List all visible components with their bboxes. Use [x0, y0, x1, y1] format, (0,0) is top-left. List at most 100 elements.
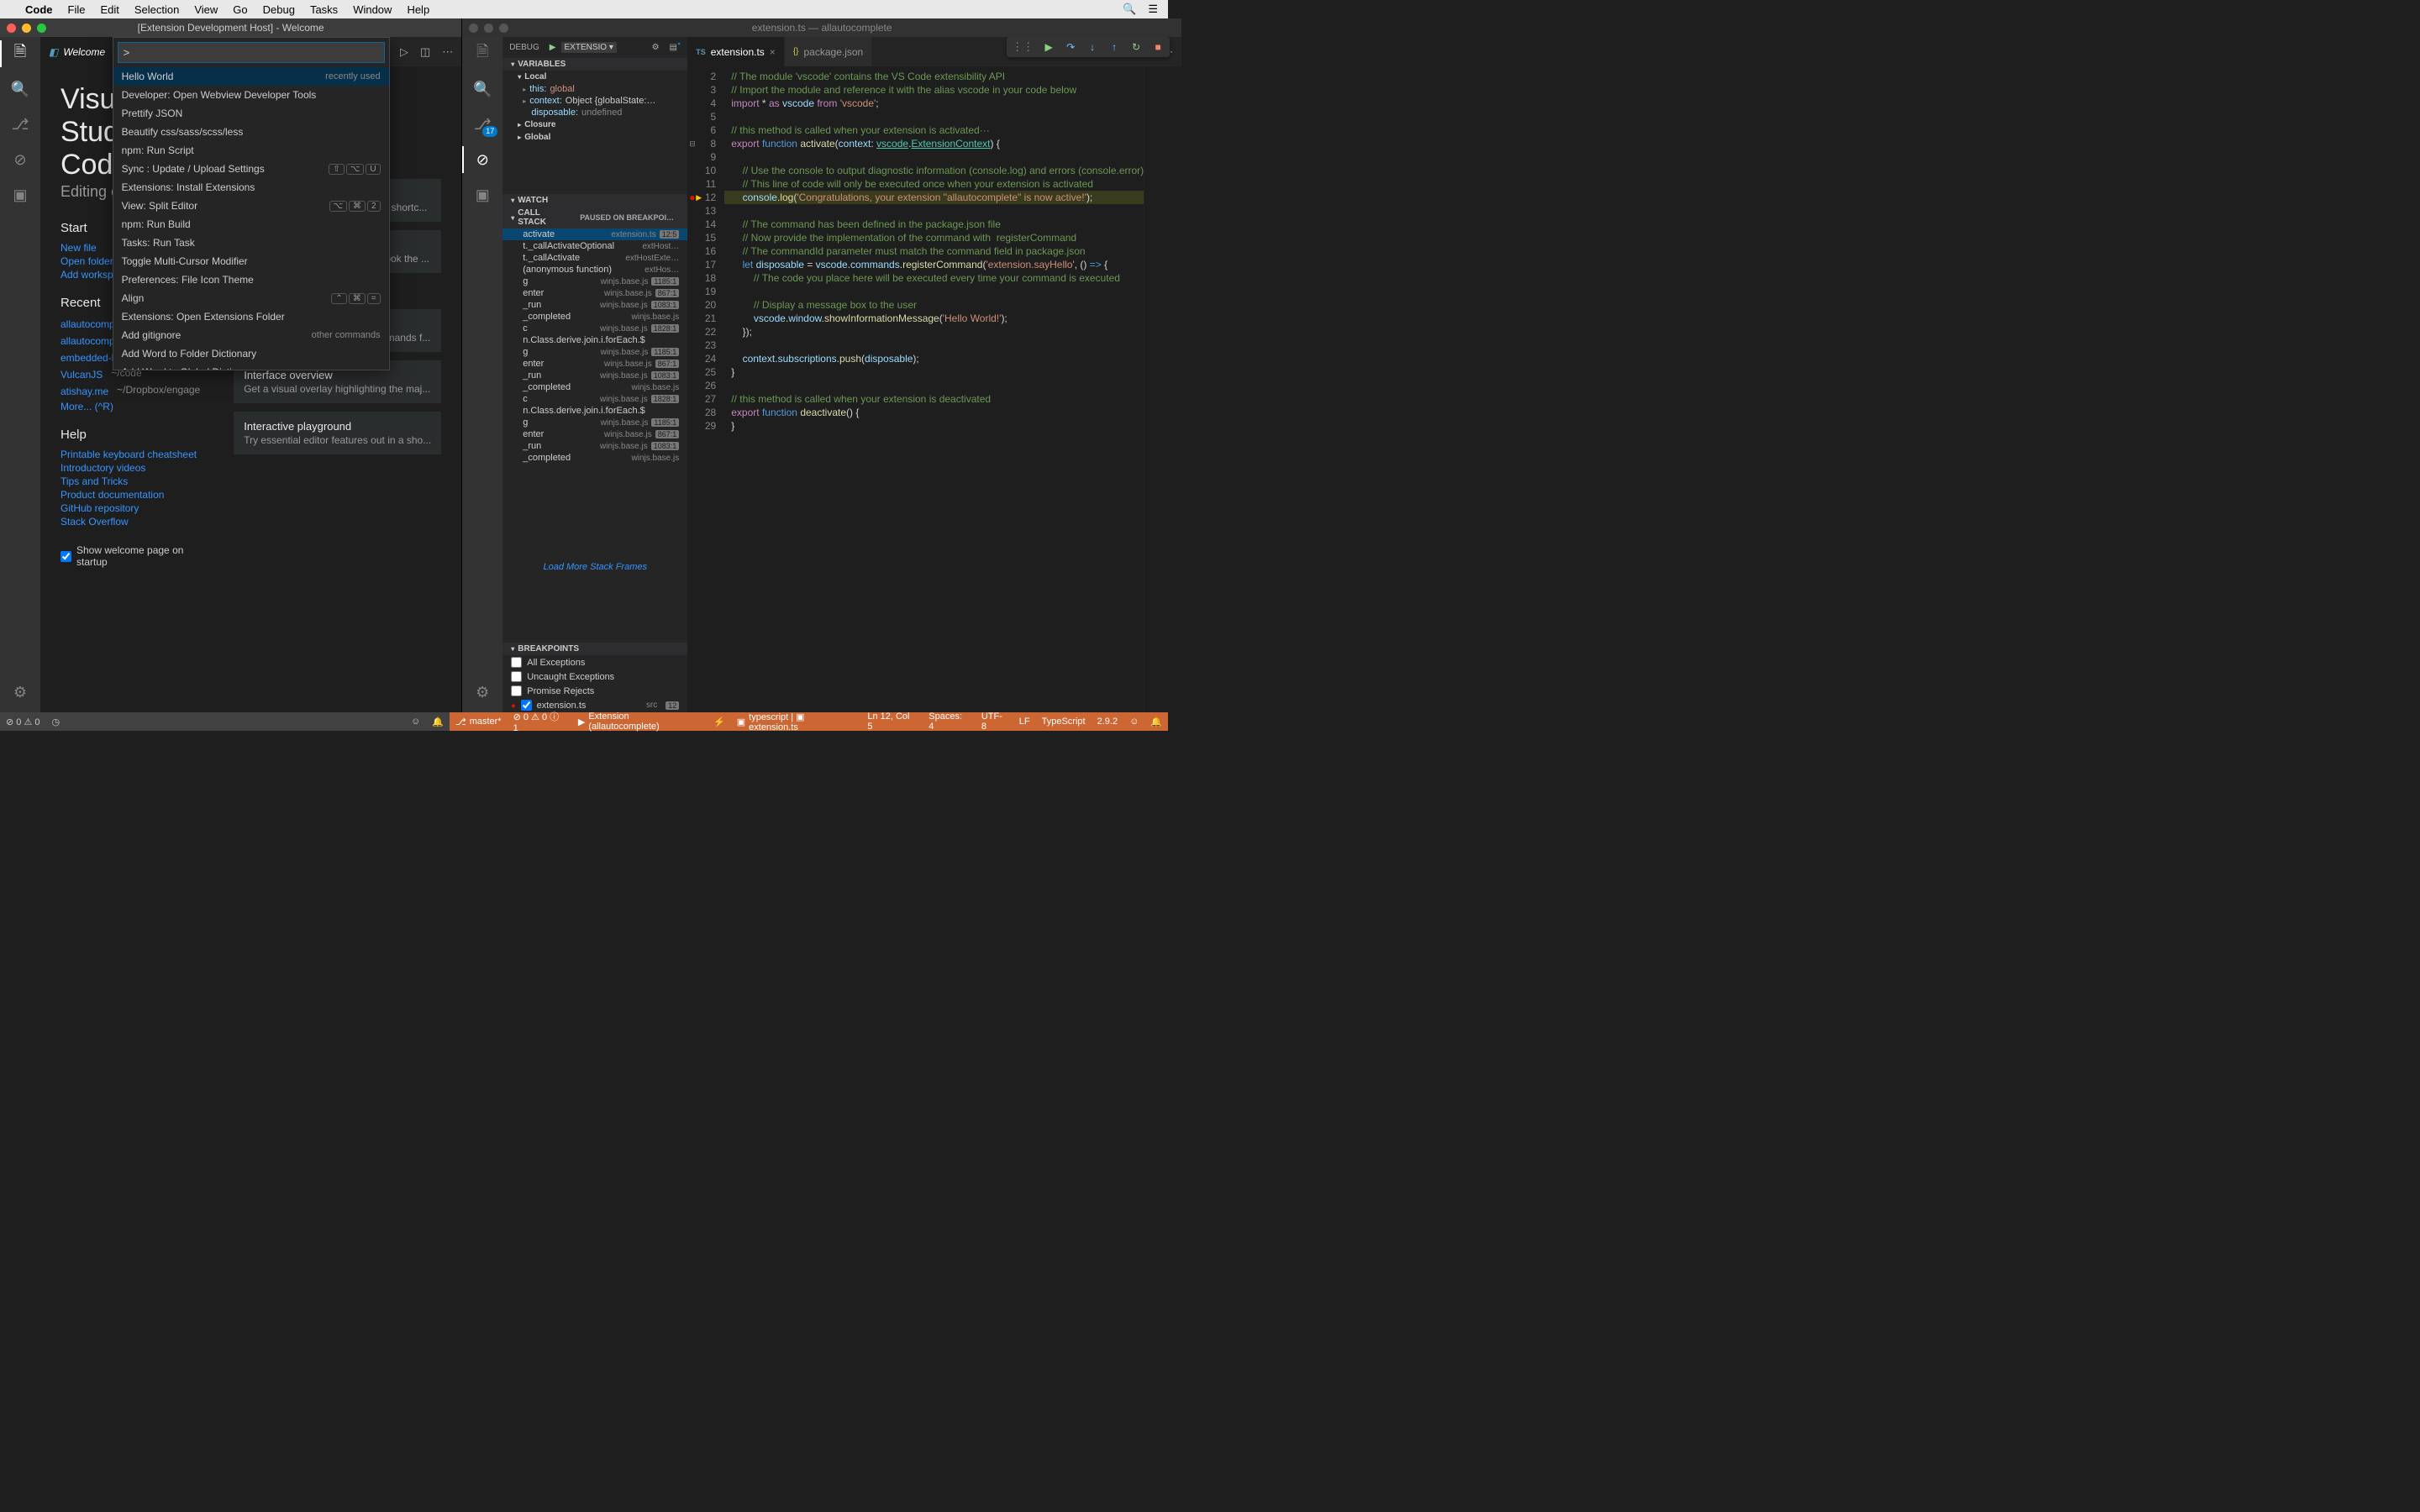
section-callstack[interactable]: ▾CALL STACKPAUSED ON BREAKPOI…: [502, 207, 687, 228]
gear-icon[interactable]: ⚙: [472, 682, 492, 702]
menu-edit[interactable]: Edit: [100, 3, 118, 16]
start-debug-icon[interactable]: ▶: [550, 43, 556, 52]
callstack-frame[interactable]: gwinjs.base.js1185:1: [502, 417, 687, 428]
callstack-frame[interactable]: t._callActivateOptionalextHost…: [502, 240, 687, 252]
callstack-frame[interactable]: activateextension.ts12:5: [502, 228, 687, 240]
callstack-frame[interactable]: n.Class.derive.join.i.forEach.$: [502, 334, 687, 346]
step-out-button[interactable]: ↑: [1107, 40, 1121, 54]
section-variables[interactable]: ▾VARIABLES: [502, 58, 687, 71]
stop-button[interactable]: ■: [1151, 40, 1165, 54]
palette-item[interactable]: npm: Run Script: [113, 141, 389, 160]
callstack-frame[interactable]: _runwinjs.base.js1083:1: [502, 299, 687, 311]
minimize-icon[interactable]: [22, 24, 31, 33]
breakpoint-checkbox[interactable]: [511, 671, 522, 682]
search-icon[interactable]: 🔍: [10, 79, 30, 99]
palette-item[interactable]: Add Word to Global Dictionary: [113, 363, 389, 370]
palette-item[interactable]: Align⌃⌘=: [113, 289, 389, 307]
link-tips[interactable]: Tips and Tricks: [60, 475, 200, 487]
palette-item[interactable]: Toggle Multi-Cursor Modifier: [113, 252, 389, 270]
palette-item[interactable]: Tasks: Run Task: [113, 234, 389, 252]
status-problems[interactable]: ⊘ 0 ⚠ 0 ⓘ 1: [508, 710, 572, 733]
status-clock[interactable]: ◷: [45, 717, 66, 727]
tab-welcome[interactable]: ◧ Welcome: [40, 37, 114, 66]
palette-item[interactable]: Developer: Open Webview Developer Tools: [113, 86, 389, 104]
palette-item[interactable]: Sync : Update / Upload Settings⇧⌥U: [113, 160, 389, 178]
scope-closure[interactable]: ▸Closure: [502, 118, 687, 131]
status-bell[interactable]: 🔔: [426, 717, 450, 727]
explorer-icon[interactable]: 🗎: [472, 44, 492, 64]
debug-icon[interactable]: ⊘: [472, 150, 492, 170]
maximize-icon[interactable]: [499, 24, 508, 33]
var-disposable[interactable]: disposable: undefined: [502, 107, 687, 118]
link-so[interactable]: Stack Overflow: [60, 516, 200, 528]
minimap[interactable]: [1144, 66, 1181, 712]
drag-handle-icon[interactable]: ⋮⋮: [1012, 40, 1034, 54]
scope-local[interactable]: ▾Local: [502, 71, 687, 83]
explorer-icon[interactable]: 🗎: [10, 44, 30, 64]
callstack-frame[interactable]: gwinjs.base.js1185:1: [502, 276, 687, 287]
callstack-frame[interactable]: (anonymous function)extHos…: [502, 264, 687, 276]
status-lang[interactable]: TypeScript: [1036, 717, 1092, 727]
callstack-frame[interactable]: _completedwinjs.base.js: [502, 452, 687, 464]
palette-item[interactable]: Prettify JSON: [113, 104, 389, 123]
callstack-frame[interactable]: gwinjs.base.js1185:1: [502, 346, 687, 358]
menu-help[interactable]: Help: [407, 3, 429, 16]
status-branch[interactable]: ⎇ master*: [450, 717, 508, 727]
status-task-bolt[interactable]: ⚡: [708, 717, 731, 727]
callstack-frame[interactable]: enterwinjs.base.js867:1: [502, 358, 687, 370]
debug-toolbar[interactable]: ⋮⋮ ▶ ↷ ↓ ↑ ↻ ■: [1007, 37, 1170, 57]
search-icon[interactable]: 🔍: [472, 79, 492, 99]
step-into-button[interactable]: ↓: [1086, 40, 1099, 54]
continue-button[interactable]: ▶: [1042, 40, 1055, 54]
link-cheatsheet[interactable]: Printable keyboard cheatsheet: [60, 449, 200, 460]
git-icon[interactable]: ⎇17: [472, 114, 492, 134]
breakpoint-item[interactable]: All Exceptions: [502, 655, 687, 669]
callstack-frame[interactable]: cwinjs.base.js1828:1: [502, 393, 687, 405]
recent-item[interactable]: atishay.me~/Dropbox/engage: [60, 384, 200, 399]
close-tab-icon[interactable]: ×: [770, 46, 776, 58]
gear-icon[interactable]: ⚙: [10, 682, 30, 702]
var-context[interactable]: ▸ context: Object {globalState:…: [502, 95, 687, 107]
callstack-frame[interactable]: enterwinjs.base.js867:1: [502, 428, 687, 440]
breakpoint-item[interactable]: Promise Rejects: [502, 684, 687, 698]
callstack-frame[interactable]: cwinjs.base.js1828:1: [502, 323, 687, 334]
status-feedback[interactable]: ☺: [405, 717, 426, 727]
status-feedback[interactable]: ☺: [1123, 717, 1144, 727]
app-menu[interactable]: Code: [25, 3, 53, 16]
breakpoint-checkbox[interactable]: [511, 657, 522, 668]
status-spaces[interactable]: Spaces: 4: [923, 711, 976, 732]
callstack-frame[interactable]: n.Class.derive.join.i.forEach.$: [502, 405, 687, 417]
split-icon[interactable]: ◫: [420, 45, 430, 59]
config-gear-icon[interactable]: ⚙: [652, 43, 660, 52]
status-enc[interactable]: UTF-8: [976, 711, 1013, 732]
tab-package-json[interactable]: {} package.json: [785, 37, 872, 66]
callstack-frame[interactable]: t._callActivateextHostExte…: [502, 252, 687, 264]
palette-item[interactable]: Add Word to Folder Dictionary: [113, 344, 389, 363]
debug-console-icon[interactable]: ▤●: [670, 43, 681, 52]
palette-item[interactable]: Extensions: Open Extensions Folder: [113, 307, 389, 326]
run-icon[interactable]: ▷: [400, 45, 408, 59]
scope-global[interactable]: ▸Global: [502, 131, 687, 144]
status-debugging[interactable]: ▶ Extension (allautocomplete): [572, 711, 708, 732]
palette-item[interactable]: Add gitignoreother commands: [113, 326, 389, 344]
palette-item[interactable]: Extensions: Install Extensions: [113, 178, 389, 197]
maximize-icon[interactable]: [37, 24, 46, 33]
palette-item[interactable]: Preferences: File Icon Theme: [113, 270, 389, 289]
section-watch[interactable]: ▾WATCH: [502, 194, 687, 207]
callstack-frame[interactable]: enterwinjs.base.js867:1: [502, 287, 687, 299]
breakpoint-item[interactable]: Uncaught Exceptions: [502, 669, 687, 684]
status-task[interactable]: ▣ typescript | ▣ extension.ts: [731, 711, 862, 732]
tab-extension-ts[interactable]: TS extension.ts ×: [687, 37, 785, 66]
link-videos[interactable]: Introductory videos: [60, 462, 200, 474]
status-pos[interactable]: Ln 12, Col 5: [861, 711, 923, 732]
palette-item[interactable]: View: Split Editor⌥⌘2: [113, 197, 389, 215]
more-icon[interactable]: ⋯: [442, 45, 453, 59]
callstack-frame[interactable]: _runwinjs.base.js1083:1: [502, 370, 687, 381]
close-icon[interactable]: [469, 24, 478, 33]
palette-input[interactable]: [118, 42, 385, 63]
show-welcome-input[interactable]: [60, 551, 71, 562]
debug-config-select[interactable]: Extensio ▾: [561, 42, 617, 53]
spotlight-icon[interactable]: 🔍: [1123, 3, 1136, 16]
palette-item[interactable]: npm: Run Build: [113, 215, 389, 234]
control-center-icon[interactable]: ☰: [1148, 3, 1158, 16]
